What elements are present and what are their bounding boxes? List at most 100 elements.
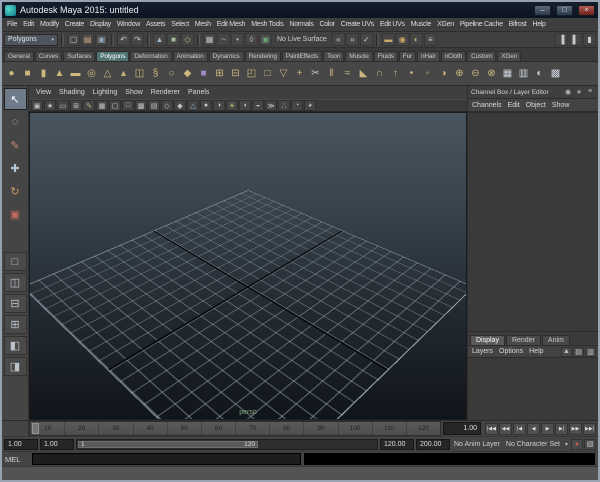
panel-menu-item[interactable]: View bbox=[32, 89, 55, 96]
menu-item[interactable]: Display bbox=[87, 21, 114, 28]
status-group-separator[interactable] bbox=[111, 34, 114, 46]
append-to-polygon-icon[interactable]: + bbox=[292, 64, 307, 84]
multisample-icon[interactable]: ∴ bbox=[278, 100, 290, 111]
poly-cube-icon[interactable]: ■ bbox=[20, 64, 35, 84]
poly-cone-icon[interactable]: ▲ bbox=[52, 64, 67, 84]
channel-box-menu-item[interactable]: Edit bbox=[506, 102, 524, 109]
bevel-icon[interactable]: ◣ bbox=[356, 64, 371, 84]
combine-icon[interactable]: ⊞ bbox=[212, 64, 227, 84]
move-tool[interactable]: ✚ bbox=[4, 157, 27, 179]
range-slider-bar[interactable]: 1 120 bbox=[78, 441, 258, 448]
layer-editor-menu-item[interactable]: Help bbox=[527, 348, 547, 355]
separate-icon[interactable]: ⊟ bbox=[228, 64, 243, 84]
menu-item[interactable]: Normals bbox=[287, 21, 317, 28]
animation-end-field[interactable]: 200.00 bbox=[416, 439, 450, 450]
playback-end-field[interactable]: 120.00 bbox=[380, 439, 414, 450]
film-gate-icon[interactable]: ▢ bbox=[109, 100, 121, 111]
layout-outliner-persp-button[interactable]: ◨ bbox=[4, 357, 27, 376]
menu-set-dropdown[interactable]: Polygons ▾ bbox=[4, 34, 58, 46]
snap-curve-icon[interactable]: ~ bbox=[217, 33, 230, 46]
spherical-mapping-icon[interactable]: ◐ bbox=[532, 64, 547, 84]
reduce-icon[interactable]: ▽ bbox=[276, 64, 291, 84]
merge-center-icon[interactable]: • bbox=[404, 64, 419, 84]
shelf-tab[interactable]: Curves bbox=[35, 51, 62, 61]
layout-three-panes-split-button[interactable]: ◧ bbox=[4, 336, 27, 355]
output-connections-icon[interactable]: » bbox=[346, 33, 359, 46]
menu-item[interactable]: File bbox=[4, 21, 20, 28]
channel-settings-icon[interactable]: ≡ bbox=[585, 88, 595, 96]
gate-mask-icon[interactable]: ▩ bbox=[135, 100, 147, 111]
poly-pyramid-icon[interactable]: ▴ bbox=[116, 64, 131, 84]
poly-prism-icon[interactable]: △ bbox=[100, 64, 115, 84]
textured-mode-icon[interactable]: ◑ bbox=[213, 100, 225, 111]
shadows-icon[interactable]: ◖ bbox=[239, 100, 251, 111]
step-back-key-button[interactable]: |◀ bbox=[513, 423, 526, 435]
redo-icon[interactable]: ↷ bbox=[131, 33, 144, 46]
layer-editor-tab[interactable]: Render bbox=[506, 335, 541, 345]
open-render-view-icon[interactable]: ▬ bbox=[382, 33, 395, 46]
go-to-range-start-button[interactable]: |◀◀ bbox=[485, 423, 498, 435]
snap-grid-icon[interactable]: ▦ bbox=[203, 33, 216, 46]
range-slider-track[interactable]: 1 120 bbox=[76, 439, 378, 450]
auto-keyframe-icon[interactable]: ● bbox=[571, 439, 583, 450]
shelf-tab[interactable]: Toon bbox=[323, 51, 344, 61]
menu-item[interactable]: Mesh Tools bbox=[248, 21, 286, 28]
menu-item[interactable]: Help bbox=[529, 21, 548, 28]
field-chart-icon[interactable]: ▤ bbox=[148, 100, 160, 111]
layer-list[interactable] bbox=[468, 358, 598, 420]
shelf-tab[interactable]: Dynamics bbox=[209, 51, 244, 61]
panel-menu-item[interactable]: Shading bbox=[55, 89, 89, 96]
shelf-tab[interactable]: Polygons bbox=[96, 51, 129, 61]
shaded-mode-icon[interactable]: ● bbox=[200, 100, 212, 111]
menu-item[interactable]: Assets bbox=[143, 21, 168, 28]
menu-item[interactable]: Create UVs bbox=[338, 21, 377, 28]
panel-menu-item[interactable]: Show bbox=[121, 89, 147, 96]
menu-item[interactable]: XGen bbox=[434, 21, 457, 28]
layout-four-panes-button[interactable]: ⊞ bbox=[4, 315, 27, 334]
new-layer-from-selected-icon[interactable]: ▥ bbox=[585, 347, 596, 357]
screen-space-ao-icon[interactable]: ◒ bbox=[252, 100, 264, 111]
paint-select-tool[interactable]: ✎ bbox=[4, 134, 27, 156]
tool-settings-toggle-icon[interactable]: ▌ bbox=[569, 33, 582, 46]
automatic-mapping-icon[interactable]: ▩ bbox=[548, 64, 563, 84]
boolean-union-icon[interactable]: ⊕ bbox=[452, 64, 467, 84]
resolution-gate-icon[interactable]: □ bbox=[122, 100, 134, 111]
shelf-tab[interactable]: nHair bbox=[417, 51, 440, 61]
move-layer-up-icon[interactable]: ▲ bbox=[561, 347, 572, 357]
current-time-indicator[interactable] bbox=[32, 423, 39, 434]
layout-two-panes-stacked-button[interactable]: ⊟ bbox=[4, 294, 27, 313]
animation-preferences-icon[interactable]: ▧ bbox=[584, 439, 596, 450]
shelf-tab[interactable]: PaintEffects bbox=[282, 51, 322, 61]
construction-history-icon[interactable]: ✓ bbox=[360, 33, 373, 46]
shelf-tab[interactable]: Rendering bbox=[245, 51, 281, 61]
select-object-icon[interactable]: ■ bbox=[167, 33, 180, 46]
anim-layer-label[interactable]: No Anim Layer bbox=[452, 441, 502, 448]
boolean-difference-icon[interactable]: ⊖ bbox=[468, 64, 483, 84]
bridge-icon[interactable]: ∩ bbox=[372, 64, 387, 84]
menu-item[interactable]: Color bbox=[316, 21, 337, 28]
snap-view-plane-icon[interactable]: ◊ bbox=[245, 33, 258, 46]
scale-tool[interactable]: ▣ bbox=[4, 203, 27, 225]
panel-menu-item[interactable]: Renderer bbox=[147, 89, 184, 96]
two-d-pan-zoom-icon[interactable]: ⊞ bbox=[70, 100, 82, 111]
fill-hole-icon[interactable]: □ bbox=[260, 64, 275, 84]
isolate-select-icon[interactable]: ◔ bbox=[291, 100, 303, 111]
bookmarks-icon[interactable]: ★ bbox=[44, 100, 56, 111]
select-tool[interactable]: ↖ bbox=[4, 88, 27, 110]
save-scene-icon[interactable]: ▣ bbox=[95, 33, 108, 46]
wireframe-mode-icon[interactable]: △ bbox=[187, 100, 199, 111]
ipr-render-icon[interactable]: ◐ bbox=[410, 33, 423, 46]
use-all-lights-icon[interactable]: ☀ bbox=[226, 100, 238, 111]
lasso-select-tool[interactable]: ◌ bbox=[4, 111, 27, 133]
channel-box-menu-item[interactable]: Object bbox=[524, 102, 550, 109]
shelf-tab[interactable]: Custom bbox=[467, 51, 496, 61]
shelf-tab[interactable]: Fur bbox=[399, 51, 416, 61]
new-scene-icon[interactable]: ▢ bbox=[67, 33, 80, 46]
target-weld-icon[interactable]: ◦ bbox=[420, 64, 435, 84]
menu-item[interactable]: Select bbox=[168, 21, 192, 28]
menu-item[interactable]: Mesh bbox=[192, 21, 214, 28]
shelf-tab[interactable]: Deformation bbox=[130, 51, 171, 61]
command-line-mode-label[interactable]: MEL bbox=[5, 455, 29, 464]
camera-attributes-icon[interactable]: ▣ bbox=[31, 100, 43, 111]
layer-editor-tab[interactable]: Display bbox=[470, 335, 505, 345]
